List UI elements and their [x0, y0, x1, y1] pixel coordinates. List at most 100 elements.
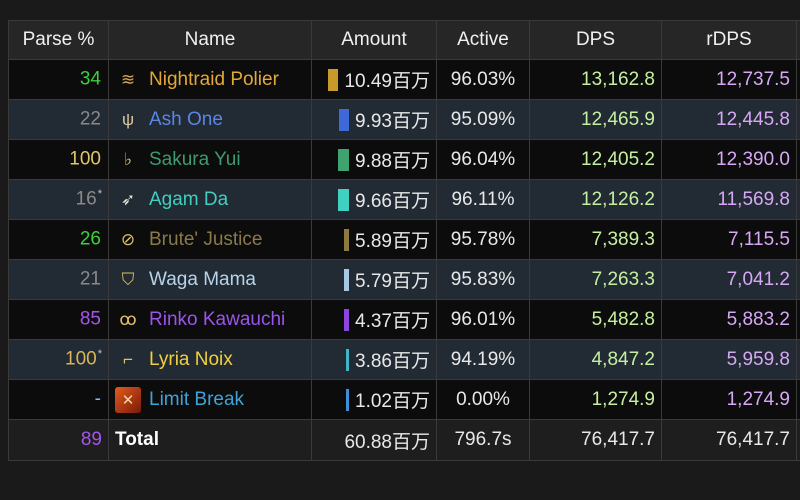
amount-bar: [338, 188, 350, 211]
name-cell: ⌐ Lyria Noix: [108, 339, 312, 380]
amount-bar: [339, 108, 350, 131]
meter-window: Parse % Name Amount Active DPS rDPS 34 ≋…: [0, 0, 800, 500]
header-dps[interactable]: DPS: [529, 20, 662, 60]
damage-meter-table: Parse % Name Amount Active DPS rDPS 34 ≋…: [8, 20, 800, 461]
amount-value: 9.88百万: [355, 151, 430, 172]
table-row[interactable]: 34 ≋ Nightraid Polier 10.49百万 96.03% 13,1…: [8, 59, 800, 100]
player-name: Nightraid Polier: [149, 68, 279, 90]
header-rdps[interactable]: rDPS: [661, 20, 797, 60]
rdps-value: 12,445.8: [661, 99, 797, 140]
name-cell: ⛉ Waga Mama: [108, 259, 312, 300]
dps-value: 1,274.9: [529, 379, 662, 420]
header-name[interactable]: Name: [108, 20, 312, 60]
extra-cell: [796, 99, 800, 140]
parse-cell: 100*: [8, 339, 109, 380]
amount-cell: 4.37百万: [311, 299, 437, 340]
player-name: Rinko Kawauchi: [149, 308, 286, 330]
dps-value: 12,405.2: [529, 139, 662, 180]
extra-cell: [796, 139, 800, 180]
table-row[interactable]: 100 ♭ Sakura Yui 9.88百万 96.04% 12,405.2 1…: [8, 139, 800, 180]
name-cell: ≋ Nightraid Polier: [108, 59, 312, 100]
total-parse: 89: [8, 419, 109, 461]
header-active[interactable]: Active: [436, 20, 530, 60]
parse-cell: -: [8, 379, 109, 420]
player-name: Brute' Justice: [149, 228, 263, 250]
amount-cell: 9.88百万: [311, 139, 437, 180]
parse-cell: 85: [8, 299, 109, 340]
active-value: 96.11%: [436, 179, 530, 220]
parse-value: 21: [79, 268, 101, 290]
machinist-icon: ⌐: [123, 349, 133, 369]
total-active: 796.7s: [436, 419, 530, 461]
active-value: 0.00%: [436, 379, 530, 420]
parse-value: 100: [69, 148, 101, 170]
parse-cell: 16*: [8, 179, 109, 220]
rdps-value: 5,959.8: [661, 339, 797, 380]
extra-cell: [796, 339, 800, 380]
amount-value: 10.49百万: [344, 71, 430, 92]
parse-mark: *: [97, 348, 102, 361]
total-label: Total: [108, 419, 312, 461]
dps-value: 5,482.8: [529, 299, 662, 340]
amount-bar: [328, 68, 339, 91]
extra-cell: [796, 59, 800, 100]
amount-bar: [344, 308, 350, 331]
player-name: Waga Mama: [149, 268, 256, 290]
amount-bar: [344, 268, 350, 291]
name-cell: ✕ Limit Break: [108, 379, 312, 420]
amount-cell: 1.02百万: [311, 379, 437, 420]
extra-cell: [796, 379, 800, 420]
total-rdps: 76,417.7: [661, 419, 797, 461]
table-row[interactable]: 85 ꝏ Rinko Kawauchi 4.37百万 96.01% 5,482.8…: [8, 299, 800, 340]
amount-cell: 5.89百万: [311, 219, 437, 260]
player-name: Agam Da: [149, 188, 229, 210]
table-row[interactable]: 22 ψ Ash One 9.93百万 95.09% 12,465.9 12,44…: [8, 99, 800, 140]
amount-cell: 5.79百万: [311, 259, 437, 300]
amount-value: 3.86百万: [355, 351, 430, 372]
dancer-icon: ➶: [120, 189, 136, 209]
player-name: Ash One: [149, 108, 223, 130]
parse-value: 100: [65, 348, 97, 370]
ninja-icon: ≋: [120, 69, 136, 89]
active-value: 94.19%: [436, 339, 530, 380]
rdps-value: 7,041.2: [661, 259, 797, 300]
table-row[interactable]: 100* ⌐ Lyria Noix 3.86百万 94.19% 4,847.2 5…: [8, 339, 800, 380]
extra-cell: [796, 219, 800, 260]
amount-bar: [346, 348, 350, 371]
header-parse[interactable]: Parse %: [8, 20, 109, 60]
header-extra: [796, 20, 800, 60]
amount-bar: [346, 388, 350, 411]
table-row[interactable]: 21 ⛉ Waga Mama 5.79百万 95.83% 7,263.3 7,04…: [8, 259, 800, 300]
table-row[interactable]: 16* ➶ Agam Da 9.66百万 96.11% 12,126.2 11,5…: [8, 179, 800, 220]
parse-cell: 21: [8, 259, 109, 300]
parse-cell: 34: [8, 59, 109, 100]
parse-value: -: [94, 388, 101, 410]
active-value: 95.83%: [436, 259, 530, 300]
amount-cell: 10.49百万: [311, 59, 437, 100]
amount-cell: 9.66百万: [311, 179, 437, 220]
extra-cell: [796, 419, 800, 461]
parse-mark: *: [97, 188, 102, 201]
rdps-value: 12,737.5: [661, 59, 797, 100]
dps-value: 7,389.3: [529, 219, 662, 260]
extra-cell: [796, 259, 800, 300]
sage-icon: ꝏ: [119, 309, 137, 329]
parse-value: 22: [79, 108, 101, 130]
limit-break-icon: ✕: [115, 386, 141, 413]
extra-cell: [796, 179, 800, 220]
active-value: 95.09%: [436, 99, 530, 140]
amount-value: 4.37百万: [355, 311, 430, 332]
player-name: Lyria Noix: [149, 348, 233, 370]
header-amount[interactable]: Amount: [311, 20, 437, 60]
table-row[interactable]: - ✕ Limit Break 1.02百万 0.00% 1,274.9 1,27…: [8, 379, 800, 420]
dps-value: 13,162.8: [529, 59, 662, 100]
parse-value: 34: [79, 68, 101, 90]
rdps-value: 5,883.2: [661, 299, 797, 340]
amount-value: 9.93百万: [355, 111, 430, 132]
name-cell: ψ Ash One: [108, 99, 312, 140]
name-cell: ♭ Sakura Yui: [108, 139, 312, 180]
active-value: 96.03%: [436, 59, 530, 100]
table-row[interactable]: 26 ⊘ Brute' Justice 5.89百万 95.78% 7,389.3…: [8, 219, 800, 260]
total-dps: 76,417.7: [529, 419, 662, 461]
parse-cell: 100: [8, 139, 109, 180]
